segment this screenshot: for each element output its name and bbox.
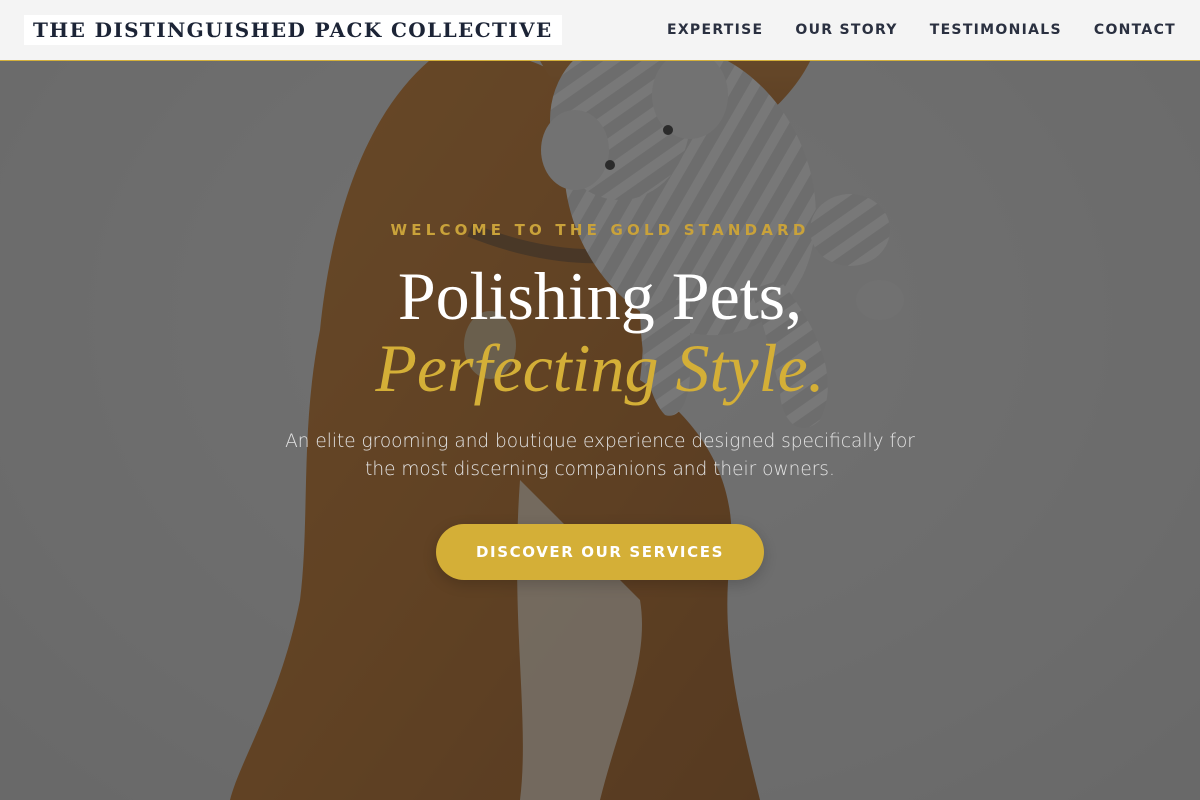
primary-nav: EXPERTISE OUR STORY TESTIMONIALS CONTACT	[667, 22, 1176, 38]
hero-section: WELCOME TO THE GOLD STANDARD Polishing P…	[0, 0, 1200, 800]
brand-logo[interactable]: THE DISTINGUISHED PACK COLLECTIVE	[24, 15, 562, 45]
hero-subtext: An elite grooming and boutique experienc…	[285, 431, 915, 480]
discover-services-button[interactable]: DISCOVER OUR SERVICES	[436, 524, 764, 580]
hero-headline-line2: Perfecting Style.	[375, 330, 825, 406]
hero-headline-line1: Polishing Pets,	[397, 258, 803, 334]
nav-link-our-story[interactable]: OUR STORY	[795, 22, 897, 38]
hero-eyebrow: WELCOME TO THE GOLD STANDARD	[390, 221, 810, 239]
nav-link-contact[interactable]: CONTACT	[1094, 22, 1176, 38]
landing-page: THE DISTINGUISHED PACK COLLECTIVE EXPERT…	[0, 0, 1200, 800]
top-navbar: THE DISTINGUISHED PACK COLLECTIVE EXPERT…	[0, 0, 1200, 61]
nav-link-expertise[interactable]: EXPERTISE	[667, 22, 763, 38]
nav-link-testimonials[interactable]: TESTIMONIALS	[930, 22, 1062, 38]
